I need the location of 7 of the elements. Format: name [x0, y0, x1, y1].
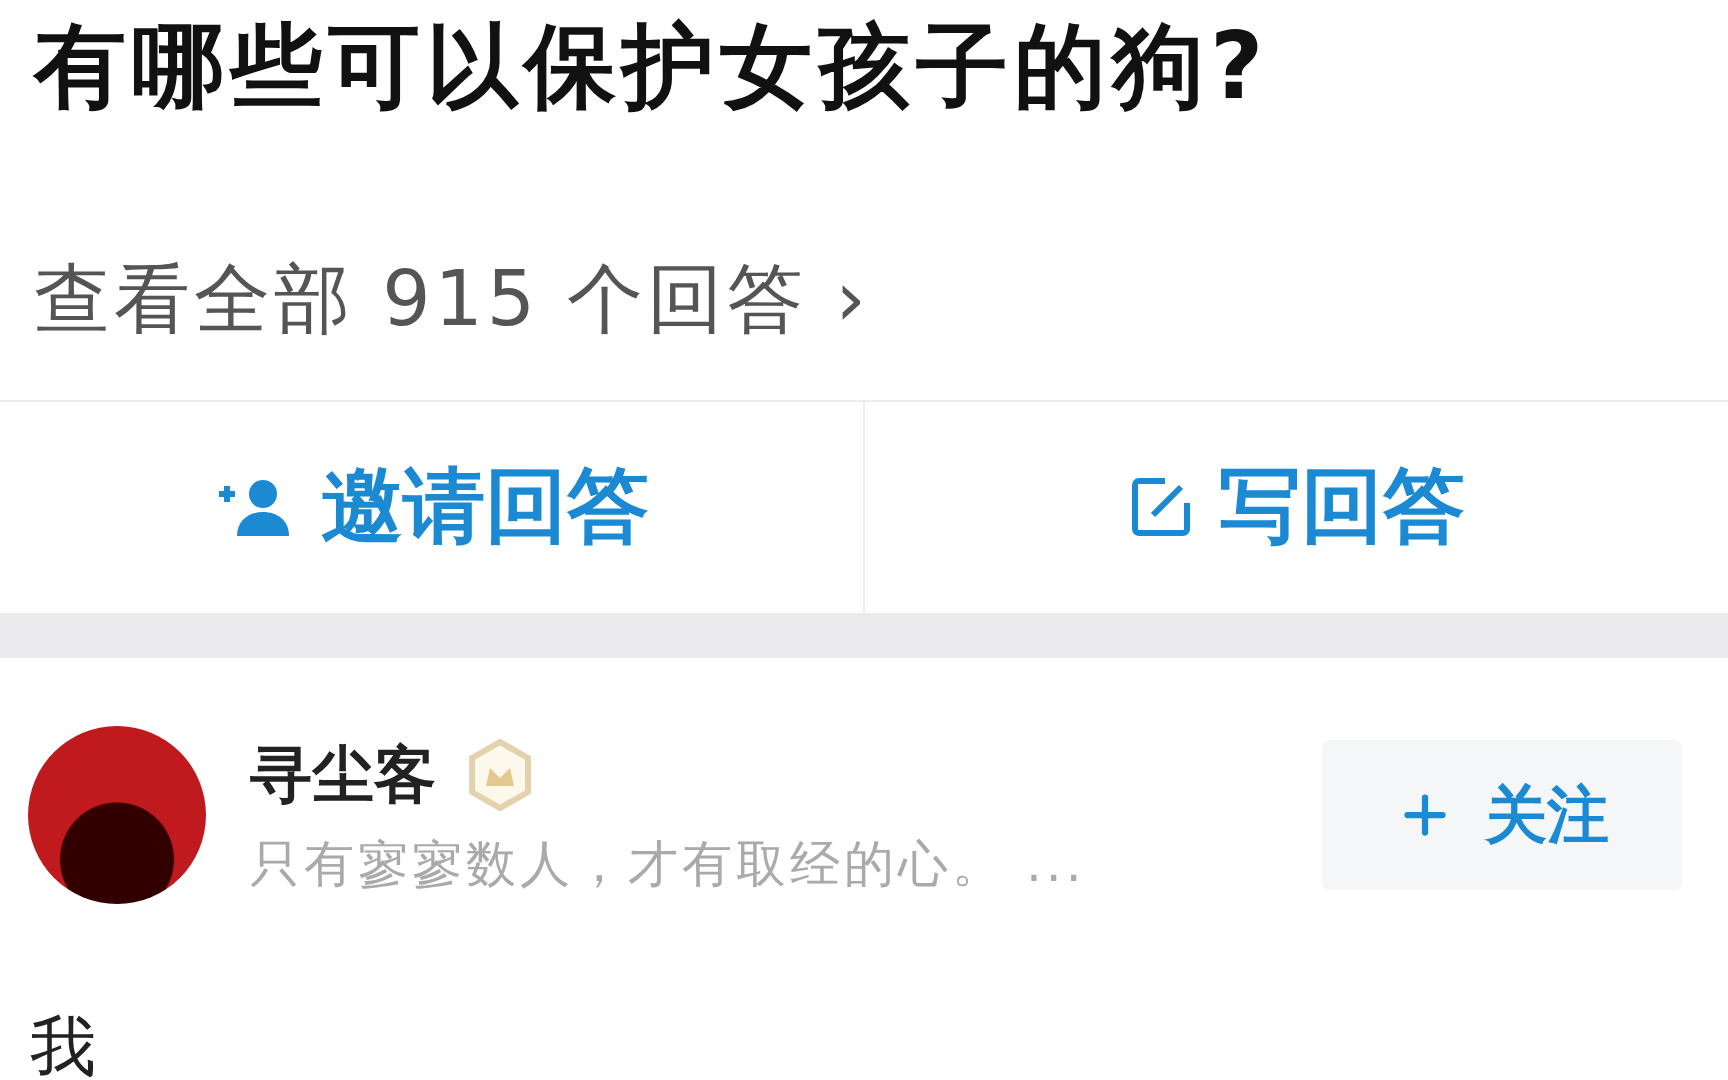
- badge-icon: [466, 737, 534, 812]
- follow-button[interactable]: 关注: [1322, 740, 1682, 890]
- answer-text: 我: [30, 1014, 97, 1080]
- author-bio: 只有寥寥数人，才有取经的心。 ...: [250, 833, 1087, 895]
- question-title: 有哪些可以保护女孩子的狗?: [34, 14, 1271, 120]
- author-name: 寻尘客: [250, 736, 436, 813]
- all-answers-link[interactable]: 查看全部 915 个回答 ›: [34, 249, 870, 353]
